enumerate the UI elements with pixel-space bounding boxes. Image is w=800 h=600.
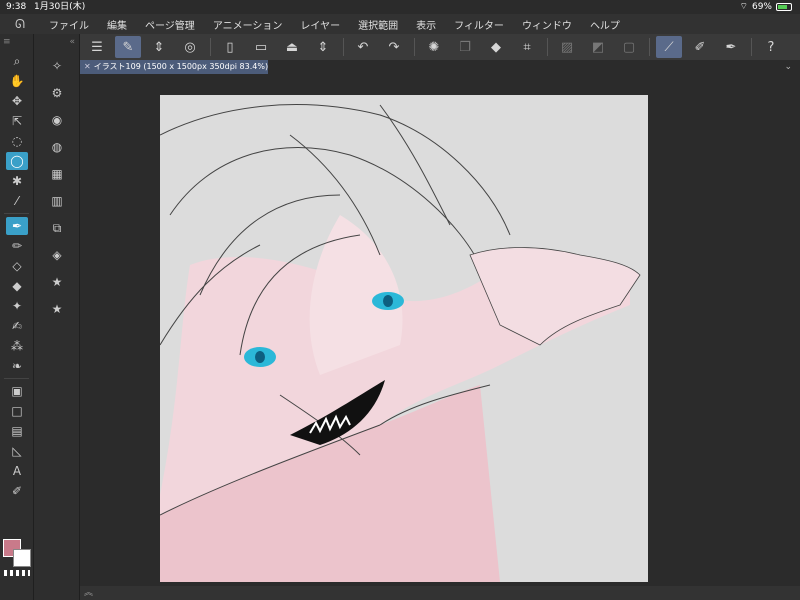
- transparent-color[interactable]: [4, 570, 30, 576]
- watercolor-icon[interactable]: ❧: [6, 357, 28, 375]
- canvas-workspace[interactable]: [80, 74, 800, 586]
- wifi-icon: ⌔: [739, 2, 748, 12]
- eraser-tool-icon[interactable]: ◇: [6, 257, 28, 275]
- fill-tool-icon[interactable]: ◆: [6, 277, 28, 295]
- clear-icon[interactable]: ▨: [554, 36, 580, 58]
- loading-icon[interactable]: ✺: [421, 36, 447, 58]
- hamburger-menu-icon[interactable]: ☰: [84, 36, 110, 58]
- toolbar-divider: [414, 38, 415, 56]
- ios-status-bar: 9:38 1月30日(木) ⌔ 69%: [0, 0, 800, 14]
- tool-property-icon[interactable]: ✧: [46, 55, 68, 77]
- edit-mode-icon[interactable]: ✎: [115, 36, 141, 58]
- toolbar-divider: [649, 38, 650, 56]
- magic-wand-icon[interactable]: ✱: [6, 172, 28, 190]
- fill-bucket-icon[interactable]: ◆: [483, 36, 509, 58]
- document-tab[interactable]: ✕ イラスト109 (1500 x 1500px 350dpi 83.4%): [80, 60, 268, 74]
- brush-size-icon[interactable]: ◉: [46, 109, 68, 131]
- material-icon-2[interactable]: ★: [46, 298, 68, 320]
- chevron-down-icon[interactable]: ⌄: [784, 60, 792, 74]
- operation-tool-icon[interactable]: ⇱: [6, 112, 28, 130]
- menu-layer[interactable]: レイヤー: [291, 17, 349, 32]
- toolbar-divider: [751, 38, 752, 56]
- zoom-tool-icon[interactable]: ⌕: [6, 52, 28, 70]
- gradient-tool-icon[interactable]: ▣: [6, 382, 28, 400]
- figure-tool-icon[interactable]: □: [6, 402, 28, 420]
- menu-window[interactable]: ウィンドウ: [513, 17, 581, 32]
- menu-bar: ᘏ ファイル 編集 ページ管理 アニメーション レイヤー 選択範囲 表示 フィル…: [0, 14, 800, 34]
- open-folder-icon[interactable]: ▭: [248, 36, 274, 58]
- status-date: 1月30日(木): [34, 2, 86, 12]
- layers-icon[interactable]: ◈: [46, 244, 68, 266]
- toolbar-divider: [343, 38, 344, 56]
- up-down-icon[interactable]: ⇕: [146, 36, 172, 58]
- frame-icon[interactable]: ▢: [616, 36, 642, 58]
- palette-divider: [4, 213, 29, 214]
- menu-selection[interactable]: 選択範囲: [349, 17, 407, 32]
- lasso-tool-icon[interactable]: ◌: [6, 132, 28, 150]
- toolbar-divider: [210, 38, 211, 56]
- save-icon[interactable]: ⏏: [279, 36, 305, 58]
- brush-icon[interactable]: ✐: [687, 36, 713, 58]
- expand-up-icon[interactable]: ︽: [84, 588, 93, 598]
- frame-tool-icon[interactable]: ▤: [6, 422, 28, 440]
- spiral-icon[interactable]: ◎: [177, 36, 203, 58]
- navigator-icon[interactable]: ▥: [46, 190, 68, 212]
- battery-icon: [776, 3, 792, 11]
- eyedropper-icon[interactable]: ⁄: [6, 192, 28, 210]
- bottom-bar: ︽: [80, 586, 800, 600]
- battery-percent: 69%: [751, 2, 772, 12]
- menu-page[interactable]: ページ管理: [136, 17, 204, 32]
- tool-palette: ≡ ⌕ ✋ ✥ ⇱ ◌ ◯ ✱ ⁄ ✒ ✏ ◇ ◆ ✦ ✍ ⁂ ❧ ▣ □ ▤ …: [0, 34, 34, 600]
- toolbar-divider: [547, 38, 548, 56]
- drawing-canvas[interactable]: [160, 95, 648, 582]
- artwork: [160, 104, 641, 582]
- balloon-tool-icon[interactable]: ✐: [6, 482, 28, 500]
- airbrush-icon[interactable]: ⁂: [6, 337, 28, 355]
- subtool-settings-icon[interactable]: ⚙: [46, 82, 68, 104]
- layer-property-icon[interactable]: ⧉: [46, 217, 68, 239]
- app-logo-icon[interactable]: ᘏ: [0, 17, 40, 32]
- undo-icon[interactable]: ↶: [350, 36, 376, 58]
- copy-icon[interactable]: ❐: [452, 36, 478, 58]
- command-bar: ☰ ✎ ⇕ ◎ ▯ ▭ ⏏ ⇕ ↶ ↷ ✺ ❐ ◆ ⌗ ▨ ◩ ▢ ⟋ ✐ ✒ …: [80, 34, 800, 60]
- ruler-tool-icon[interactable]: ◺: [6, 442, 28, 460]
- ruler-icon[interactable]: ⟋: [656, 36, 682, 58]
- document-tab-title: イラスト109 (1500 x 1500px 350dpi 83.4%): [93, 62, 269, 71]
- menu-edit[interactable]: 編集: [98, 17, 136, 32]
- pencil-tool-icon[interactable]: ✏: [6, 237, 28, 255]
- menu-help[interactable]: ヘルプ: [581, 17, 629, 32]
- up-down-icon-2[interactable]: ⇕: [310, 36, 336, 58]
- palette-header-icon[interactable]: ≡: [0, 34, 33, 50]
- document-tab-bar: ✕ イラスト109 (1500 x 1500px 350dpi 83.4%) ⌄: [80, 60, 800, 74]
- subtool-header-icon[interactable]: «: [34, 34, 79, 50]
- color-swatches[interactable]: [3, 539, 31, 567]
- crop-icon[interactable]: ⌗: [514, 36, 540, 58]
- decoration-tool-icon[interactable]: ✦: [6, 297, 28, 315]
- menu-animation[interactable]: アニメーション: [204, 17, 292, 32]
- text-tool-icon[interactable]: A: [6, 462, 28, 480]
- background-color[interactable]: [13, 549, 31, 567]
- palette-divider: [4, 378, 29, 379]
- pen-icon[interactable]: ✒: [718, 36, 744, 58]
- help-icon[interactable]: ?: [758, 36, 784, 58]
- color-set-icon[interactable]: ▦: [46, 163, 68, 185]
- menu-file[interactable]: ファイル: [40, 17, 98, 32]
- close-tab-icon[interactable]: ✕: [84, 62, 91, 71]
- pen-tool-icon[interactable]: ✒: [6, 217, 28, 235]
- move-tool-icon[interactable]: ✥: [6, 92, 28, 110]
- status-right: ⌔ 69%: [740, 0, 792, 14]
- selection-tool-icon[interactable]: ◯: [6, 152, 28, 170]
- sub-tool-palette: « ✧ ⚙ ◉ ◍ ▦ ▥ ⧉ ◈ ★ ★: [34, 34, 80, 600]
- material-icon[interactable]: ★: [46, 271, 68, 293]
- hand-tool-icon[interactable]: ✋: [6, 72, 28, 90]
- mask-icon[interactable]: ◩: [585, 36, 611, 58]
- new-file-icon[interactable]: ▯: [217, 36, 243, 58]
- color-wheel-icon[interactable]: ◍: [46, 136, 68, 158]
- redo-icon[interactable]: ↷: [381, 36, 407, 58]
- status-time: 9:38: [6, 2, 27, 12]
- menu-view[interactable]: 表示: [407, 17, 445, 32]
- blend-tool-icon[interactable]: ✍: [6, 317, 28, 335]
- menu-filter[interactable]: フィルター: [445, 17, 513, 32]
